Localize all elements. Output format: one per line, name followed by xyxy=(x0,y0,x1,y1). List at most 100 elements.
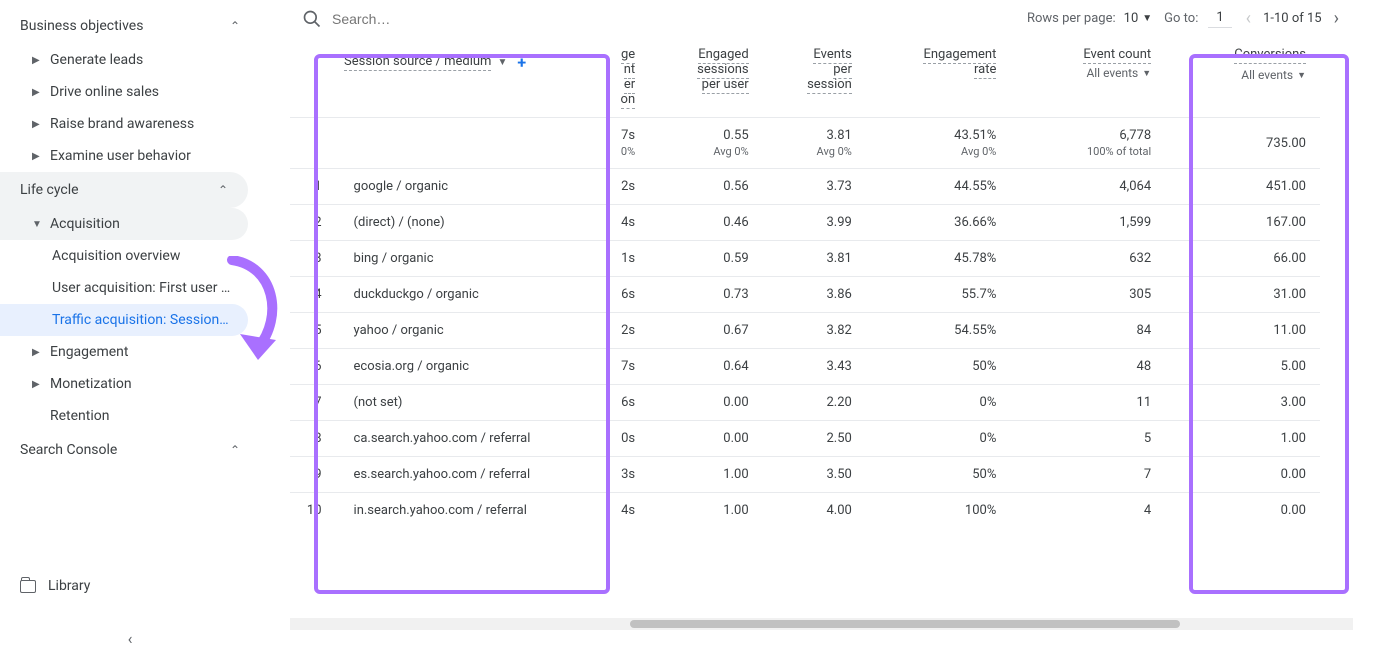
report-card: Rows per page: 10 ▼ Go to: 1 ‹ 1-10 of 1… xyxy=(290,0,1353,630)
dimension-cell[interactable]: in.search.yahoo.com / referral xyxy=(340,493,598,529)
sidebar-item-engagement[interactable]: ▶ Engagement xyxy=(0,336,248,368)
sidebar-item-generate-leads[interactable]: ▶ Generate leads xyxy=(0,44,248,76)
collapse-sidebar-button[interactable]: ‹ xyxy=(0,623,260,654)
dimension-cell[interactable]: (direct) / (none) xyxy=(340,205,598,241)
table-row[interactable]: 9es.search.yahoo.com / referral3s1.003.5… xyxy=(290,457,1320,493)
chevron-down-icon: ▼ xyxy=(1297,70,1306,81)
sidebar-item-monetization[interactable]: ▶ Monetization xyxy=(0,368,248,400)
sidebar-item-acquisition[interactable]: ▼ Acquisition xyxy=(0,208,248,240)
cell: 3.50 xyxy=(763,457,866,493)
dimension-cell[interactable]: ca.search.yahoo.com / referral xyxy=(340,421,598,457)
table-row[interactable]: 8ca.search.yahoo.com / referral0s0.002.5… xyxy=(290,421,1320,457)
search-input[interactable] xyxy=(332,11,552,27)
section-search-console[interactable]: Search Console ⌃ xyxy=(0,432,260,468)
cell: 1.00 xyxy=(1165,421,1320,457)
cell: 11.00 xyxy=(1165,313,1320,349)
cell: 3s xyxy=(598,457,650,493)
cell: 2.20 xyxy=(763,385,866,421)
cell: 7 xyxy=(1010,457,1165,493)
dimension-cell[interactable]: duckduckgo / organic xyxy=(340,277,598,313)
cell: 451.00 xyxy=(1165,169,1320,205)
library-link[interactable]: Library xyxy=(0,568,260,604)
cell: 0.46 xyxy=(649,205,763,241)
cell: 2s xyxy=(598,169,650,205)
chevron-up-icon: ⌃ xyxy=(230,443,240,457)
row-index: 10 xyxy=(290,493,340,529)
table-row[interactable]: 6ecosia.org / organic7s0.643.4350%485.00 xyxy=(290,349,1320,385)
cell: 11 xyxy=(1010,385,1165,421)
cell: 0.00 xyxy=(649,385,763,421)
dimension-cell[interactable]: es.search.yahoo.com / referral xyxy=(340,457,598,493)
col-label: Engagementrate xyxy=(923,47,996,79)
horizontal-scrollbar[interactable] xyxy=(290,618,1353,630)
caret-right-icon: ▶ xyxy=(32,87,42,98)
sidebar-item-drive-online-sales[interactable]: ▶ Drive online sales xyxy=(0,76,248,108)
cell: 0.73 xyxy=(649,277,763,313)
sidebar-item-label: Monetization xyxy=(50,376,132,392)
dimension-cell[interactable]: bing / organic xyxy=(340,241,598,277)
cell: 0.00 xyxy=(1165,457,1320,493)
section-life-cycle[interactable]: Life cycle ⌃ xyxy=(0,172,248,208)
rows-per-page: Rows per page: 10 ▼ xyxy=(1027,11,1152,26)
table-row[interactable]: 1google / organic2s0.563.7344.55%4,06445… xyxy=(290,169,1320,205)
conversions-filter[interactable]: All events▼ xyxy=(1179,68,1306,82)
col-header-engaged-sessions[interactable]: Engagedsessionsper user xyxy=(649,37,763,118)
caret-down-icon: ▼ xyxy=(32,219,42,230)
table-row[interactable]: 2(direct) / (none)4s0.463.9936.66%1,5991… xyxy=(290,205,1320,241)
sidebar-item-label: Drive online sales xyxy=(50,84,159,100)
cell: 3.73 xyxy=(763,169,866,205)
chevron-up-icon: ⌃ xyxy=(230,19,240,33)
dimension-cell[interactable]: google / organic xyxy=(340,169,598,205)
add-dimension-button[interactable]: + xyxy=(517,53,526,72)
folder-icon xyxy=(20,580,36,593)
table-row[interactable]: 7(not set)6s0.002.200%113.00 xyxy=(290,385,1320,421)
table-row[interactable]: 3bing / organic1s0.593.8145.78%63266.00 xyxy=(290,241,1320,277)
table-row[interactable]: 10in.search.yahoo.com / referral4s1.004.… xyxy=(290,493,1320,529)
cell: 632 xyxy=(1010,241,1165,277)
sidebar-sub-traffic-acquisition[interactable]: Traffic acquisition: Session… xyxy=(0,304,248,336)
chevron-down-icon: ▼ xyxy=(1142,13,1152,24)
sidebar-item-label: Acquisition xyxy=(50,216,120,232)
cell: 4 xyxy=(1010,493,1165,529)
sidebar-item-label: Raise brand awareness xyxy=(50,116,194,132)
cell: 0.59 xyxy=(649,241,763,277)
cell: 3.99 xyxy=(763,205,866,241)
cell: 45.78% xyxy=(866,241,1010,277)
section-business-objectives[interactable]: Business objectives ⌃ xyxy=(0,8,260,44)
cell: 2s xyxy=(598,313,650,349)
cell: 6,778100% of total xyxy=(1010,118,1165,169)
dimension-cell[interactable]: (not set) xyxy=(340,385,598,421)
section-label: Business objectives xyxy=(20,18,143,34)
dimension-cell[interactable]: ecosia.org / organic xyxy=(340,349,598,385)
col-header-event-count[interactable]: Event count All events▼ xyxy=(1010,37,1165,118)
col-header-truncated[interactable]: genteron xyxy=(598,37,650,118)
col-header-events-per-session[interactable]: Eventspersession xyxy=(763,37,866,118)
sidebar: Business objectives ⌃ ▶ Generate leads ▶… xyxy=(0,0,260,664)
sidebar-item-retention[interactable]: Retention xyxy=(0,400,248,432)
sidebar-item-raise-brand-awareness[interactable]: ▶ Raise brand awareness xyxy=(0,108,248,140)
sidebar-sub-acquisition-overview[interactable]: Acquisition overview xyxy=(0,240,248,272)
dimension-cell[interactable]: yahoo / organic xyxy=(340,313,598,349)
sidebar-item-label: Engagement xyxy=(50,344,128,360)
rows-per-page-select[interactable]: 10 ▼ xyxy=(1124,11,1153,26)
row-index: 7 xyxy=(290,385,340,421)
col-header-engagement-rate[interactable]: Engagementrate xyxy=(866,37,1010,118)
goto-input[interactable]: 1 xyxy=(1208,10,1231,28)
col-header-conversions[interactable]: Conversions All events▼ xyxy=(1165,37,1320,118)
next-page-button[interactable]: › xyxy=(1332,8,1341,29)
goto-label: Go to: xyxy=(1164,11,1198,26)
cell: 167.00 xyxy=(1165,205,1320,241)
scroll-thumb[interactable] xyxy=(630,620,1180,628)
cell: 1.00 xyxy=(649,457,763,493)
sidebar-sub-user-acquisition[interactable]: User acquisition: First user … xyxy=(0,272,248,304)
sidebar-item-examine-user-behavior[interactable]: ▶ Examine user behavior xyxy=(0,140,248,172)
dimension-header[interactable]: Session source / medium ▼ + xyxy=(344,53,584,72)
cell: 5 xyxy=(1010,421,1165,457)
cell: 84 xyxy=(1010,313,1165,349)
cell: 3.43 xyxy=(763,349,866,385)
table-row[interactable]: 4duckduckgo / organic6s0.733.8655.7%3053… xyxy=(290,277,1320,313)
table-row[interactable]: 5yahoo / organic2s0.673.8254.55%8411.00 xyxy=(290,313,1320,349)
prev-page-button[interactable]: ‹ xyxy=(1244,8,1253,29)
event-count-filter[interactable]: All events▼ xyxy=(1024,66,1151,80)
sidebar-item-label: Generate leads xyxy=(50,52,143,68)
